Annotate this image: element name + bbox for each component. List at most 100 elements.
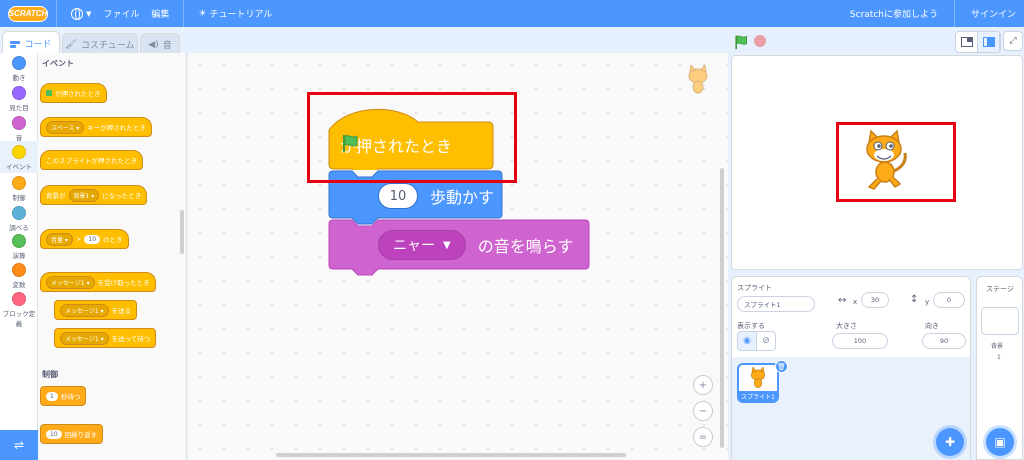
small-stage-button[interactable] [956,32,978,52]
direction-input[interactable]: 90 [922,333,966,349]
move-steps-input[interactable]: 10 [378,183,418,209]
zoom-in-button[interactable]: + [693,375,713,395]
eye-icon: ◉ [743,336,751,346]
dropdown-value: スペース [51,124,75,132]
stage-title: ステージ [986,285,1014,293]
dropdown-value: メッセージ1 [65,335,99,343]
block-text: 秒待つ [60,393,81,401]
code-icon [10,40,21,48]
delete-sprite-button[interactable]: 🗑 [775,360,788,373]
sound-select-dropdown[interactable]: ニャー ▼ [378,230,466,260]
palette-block-broadcast-received[interactable]: メッセージ1 ▾ を受け取ったとき [40,272,156,292]
palette-block-flag-clicked[interactable]: が押されたとき [40,83,107,103]
category-operators[interactable]: 演算 [0,234,38,260]
motion-dot-icon [12,56,26,70]
myblocks-dot-icon [12,292,26,306]
block-dropdown[interactable]: スペース ▾ [46,120,85,134]
stop-button[interactable] [754,35,766,47]
globe-icon [71,7,83,20]
block-dropdown[interactable]: 背景1 ▾ [68,188,100,202]
palette-block-loudness[interactable]: 音量 ▾ > 10 のとき [40,229,129,249]
palette-block-key-pressed[interactable]: スペース ▾ キーが押されたとき [40,117,152,137]
block-text: のとき [103,236,123,244]
block-text: を送って待つ [111,335,151,343]
large-stage-icon [982,37,995,47]
block-number-input[interactable]: 10 [46,429,62,439]
palette-block-backdrop-switch[interactable]: 背景が 背景1 ▾ になったとき [40,185,148,205]
workspace-vertical-scrollbar[interactable] [720,168,724,448]
sprite-info-panel: スプライト スプライト1 ↔ x 30 ↕ y 0 表示する ◉ ⊘ 大きさ 1… [731,276,971,460]
category-events[interactable]: イベント [0,141,38,173]
stage-target-panel[interactable]: ステージ 背景 1 ▣ [976,276,1023,460]
block-text: > [75,235,82,243]
file-menu[interactable]: ファイル [103,7,139,20]
dropdown-value: 音量 [51,236,64,244]
block-dropdown[interactable]: メッセージ1 ▾ [60,303,109,317]
stage-thumbnail[interactable] [981,307,1019,335]
block-text: このスプライトが押されたとき [46,157,137,165]
tab-code[interactable]: コード [2,31,60,55]
language-menu[interactable]: ▼ [71,7,91,20]
category-myblocks[interactable]: ブロック定義 [0,292,38,328]
y-position-input[interactable]: 0 [933,292,965,308]
script-block-play-sound[interactable]: ニャー ▼ の音を鳴らす [328,219,590,276]
tab-costume[interactable]: 🖌 コスチューム [62,33,138,55]
menu-separator [56,0,57,27]
choose-backdrop-button[interactable]: ▣ [986,428,1014,456]
block-number-input[interactable]: 1 [46,391,58,401]
dropdown-value: 背景1 [73,192,90,200]
block-dropdown[interactable]: メッセージ1 ▾ [60,331,109,345]
category-label: 動き [12,74,26,82]
menu-separator [183,0,185,27]
x-position-input[interactable]: 30 [861,292,889,308]
sprite-cat-icon [751,367,765,388]
signin-link[interactable]: サインイン [971,7,1016,20]
workspace-horizontal-scrollbar[interactable] [276,453,626,457]
green-flag-button[interactable] [733,34,749,50]
block-text: 回繰り返す [64,431,98,439]
highlight-box-hat-block [307,92,517,183]
tab-sound[interactable]: ◀) 音 [140,33,180,55]
category-variables[interactable]: 変数 [0,263,38,289]
palette-block-broadcast-wait[interactable]: メッセージ1 ▾ を送って待つ [54,328,157,348]
category-control[interactable]: 制御 [0,176,38,202]
zoom-out-button[interactable]: − [693,401,713,421]
choose-sprite-button[interactable]: ✚ [936,428,964,456]
category-label: 制御 [12,194,26,202]
edit-menu[interactable]: 編集 [151,7,169,20]
palette-block-wait[interactable]: 1 秒待つ [40,386,87,406]
add-extension-button[interactable]: ⇌ [0,430,38,460]
sound-select-value: ニャー [393,238,435,254]
zoom-reset-button[interactable]: = [693,427,713,447]
palette-block-sprite-clicked[interactable]: このスプライトが押されたとき [40,150,143,170]
category-sensing[interactable]: 調べる [0,206,38,232]
category-looks[interactable]: 見た目 [0,86,38,112]
stage-size-toggle [955,31,1001,53]
category-motion[interactable]: 動き [0,56,38,82]
lightbulb-icon: ☀ [198,8,207,19]
block-number-input[interactable]: 10 [84,234,101,244]
show-sprite-button[interactable]: ◉ [737,331,757,351]
palette-block-broadcast[interactable]: メッセージ1 ▾ を送る [54,300,138,320]
large-stage-button[interactable] [978,32,1000,52]
sprite-tile-image [739,365,777,391]
block-dropdown[interactable]: メッセージ1 ▾ [46,275,95,289]
image-add-icon: ▣ [994,435,1006,449]
fullscreen-button[interactable]: ⤢ [1003,31,1023,51]
move-block-label: 歩動かす [430,188,495,207]
join-link[interactable]: Scratchに参加しよう [850,7,938,20]
stage-header: ⤢ [730,27,1024,55]
category-sound[interactable]: 音 [0,116,38,142]
small-stage-icon [960,37,973,47]
block-text: を送る [111,307,132,315]
sprite-tile[interactable]: スプライト1 🗑 [737,360,788,403]
sprite-name-input[interactable]: スプライト1 [737,296,815,312]
hide-sprite-button[interactable]: ⊘ [756,331,776,351]
size-input[interactable]: 100 [832,333,888,349]
block-text: が押されたとき [55,90,101,98]
scratch-logo[interactable]: SCRATCH [8,5,48,22]
palette-scrollbar[interactable] [180,210,184,254]
block-dropdown[interactable]: 音量 ▾ [46,232,73,246]
tutorial-menu[interactable]: ☀ チュートリアル [198,7,272,21]
palette-block-repeat[interactable]: 10 回繰り返す [40,424,104,444]
